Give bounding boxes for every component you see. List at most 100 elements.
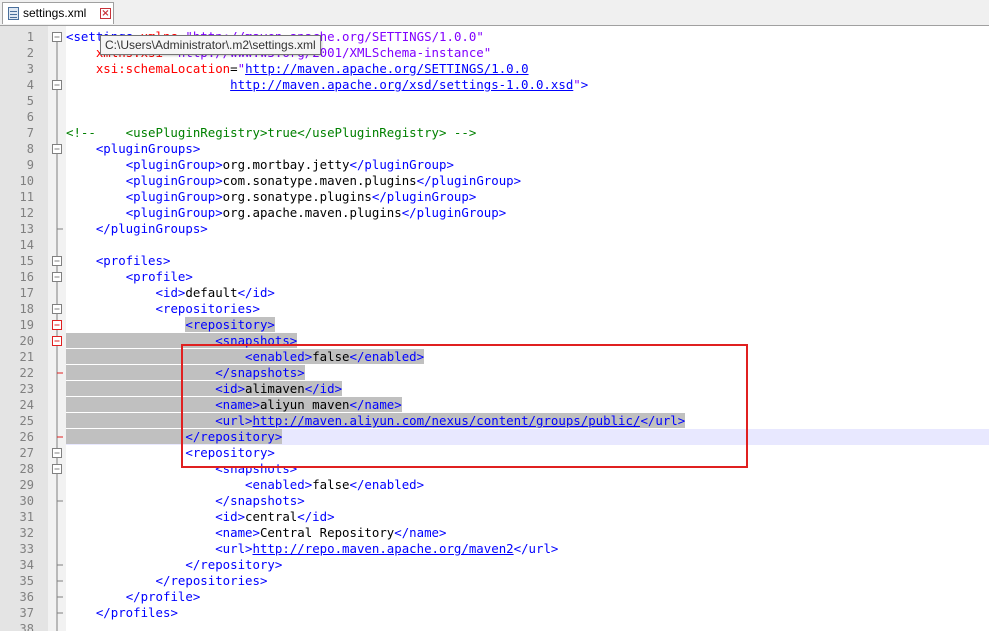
code-line[interactable]: 38 — [0, 621, 989, 631]
code-line[interactable]: 17 <id>default</id> — [0, 285, 989, 301]
line-number: 29 — [19, 478, 34, 492]
line-text[interactable]: <enabled>false</enabled> — [66, 477, 424, 493]
line-text[interactable]: xsi:schemaLocation="http://maven.apache.… — [66, 61, 529, 77]
line-text[interactable]: </pluginGroups> — [66, 221, 208, 237]
line-text[interactable]: <!-- <usePluginRegistry>true</usePluginR… — [66, 125, 476, 141]
code-line[interactable]: 30 </snapshots> — [0, 493, 989, 509]
code-token: </pluginGroups> — [95, 221, 208, 236]
code-line[interactable]: 33 <url>http://repo.maven.apache.org/mav… — [0, 541, 989, 557]
code-token: <pluginGroup> — [125, 205, 223, 220]
line-text[interactable]: </snapshots> — [66, 493, 305, 509]
code-line[interactable]: 29 <enabled>false</enabled> — [0, 477, 989, 493]
code-line[interactable]: 14 — [0, 237, 989, 253]
line-number: 14 — [19, 238, 34, 252]
code-token: com.sonatype.maven.plugins — [222, 173, 417, 188]
line-text[interactable]: <id>default</id> — [66, 285, 275, 301]
code-line[interactable]: 34 </repository> — [0, 557, 989, 573]
code-token: > — [580, 77, 589, 92]
code-line[interactable]: 11 <pluginGroup>org.sonatype.plugins</pl… — [0, 189, 989, 205]
code-line[interactable]: 35 </repositories> — [0, 573, 989, 589]
line-text[interactable]: </profiles> — [66, 605, 178, 621]
line-text[interactable]: <pluginGroup>org.mortbay.jetty</pluginGr… — [66, 157, 454, 173]
code-token: </pluginGroup> — [401, 205, 507, 220]
code-line[interactable]: 16 <profile> — [0, 269, 989, 285]
code-token: </pluginGroup> — [416, 173, 522, 188]
line-text[interactable]: <id>central</id> — [66, 509, 334, 525]
line-number: 18 — [19, 302, 34, 316]
line-text[interactable]: <pluginGroup>org.sonatype.plugins</plugi… — [66, 189, 477, 205]
code-line[interactable]: 19 <repository> — [0, 317, 989, 333]
tab-settings-xml[interactable]: settings.xml × — [2, 2, 114, 24]
code-line[interactable]: 37 </profiles> — [0, 605, 989, 621]
code-token: <!-- <usePluginRegistry>true</usePluginR… — [66, 125, 477, 140]
line-number: 34 — [19, 558, 34, 572]
line-text[interactable]: <profiles> — [66, 253, 171, 269]
code-token: </snapshots> — [215, 493, 305, 508]
line-number: 30 — [19, 494, 34, 508]
code-line[interactable]: 8 <pluginGroups> — [0, 141, 989, 157]
code-line[interactable]: 10 <pluginGroup>com.sonatype.maven.plugi… — [0, 173, 989, 189]
code-token: <pluginGroup> — [125, 189, 223, 204]
code-line[interactable]: 7 <!-- <usePluginRegistry>true</usePlugin… — [0, 125, 989, 141]
line-text[interactable]: <pluginGroups> — [66, 141, 200, 157]
code-token: <pluginGroup> — [125, 173, 223, 188]
line-text[interactable]: <repository> — [66, 317, 275, 333]
line-text[interactable]: <name>Central Repository</name> — [66, 525, 446, 541]
code-line[interactable]: 3 xsi:schemaLocation="http://maven.apach… — [0, 61, 989, 77]
line-text[interactable]: <pluginGroup>com.sonatype.maven.plugins<… — [66, 173, 521, 189]
code-token: </name> — [394, 525, 447, 540]
code-token: </enabled> — [349, 477, 425, 492]
line-number: 37 — [19, 606, 34, 620]
code-token: xsi:schemaLocation — [95, 61, 231, 76]
line-text[interactable]: <url>http://repo.maven.apache.org/maven2… — [66, 541, 558, 557]
code-line[interactable]: 4 http://maven.apache.org/xsd/settings-1… — [0, 77, 989, 93]
code-line[interactable]: 32 <name>Central Repository</name> — [0, 525, 989, 541]
line-text[interactable]: </repository> — [66, 557, 282, 573]
code-token: <profiles> — [95, 253, 171, 268]
code-line[interactable]: 6 — [0, 109, 989, 125]
close-icon[interactable]: × — [100, 8, 111, 19]
line-number: 35 — [19, 574, 34, 588]
line-number: 4 — [26, 78, 34, 92]
code-line[interactable]: 5 — [0, 93, 989, 109]
code-line[interactable]: 13 </pluginGroups> — [0, 221, 989, 237]
code-token: " — [573, 77, 581, 92]
line-text[interactable]: </profile> — [66, 589, 201, 605]
code-token: <url> — [215, 541, 253, 556]
line-text[interactable]: <pluginGroup>org.apache.maven.plugins</p… — [66, 205, 506, 221]
code-token: </pluginGroup> — [349, 157, 454, 172]
code-line[interactable]: 31 <id>central</id> — [0, 509, 989, 525]
line-text[interactable]: <repositories> — [66, 301, 260, 317]
line-number: 36 — [19, 590, 34, 604]
code-token: org.apache.maven.plugins — [222, 205, 402, 220]
code-line[interactable]: 36 </profile> — [0, 589, 989, 605]
code-line[interactable]: 12 <pluginGroup>org.apache.maven.plugins… — [0, 205, 989, 221]
code-line[interactable]: 15 <profiles> — [0, 253, 989, 269]
code-token: </pluginGroup> — [371, 189, 477, 204]
line-text[interactable]: http://maven.apache.org/xsd/settings-1.0… — [66, 77, 588, 93]
line-text[interactable]: <profile> — [66, 269, 193, 285]
code-token: http://maven.apache.org/SETTINGS/1.0.0 — [245, 61, 529, 76]
code-line[interactable]: 9 <pluginGroup>org.mortbay.jetty</plugin… — [0, 157, 989, 173]
line-number: 19 — [19, 318, 34, 332]
code-token: <profile> — [125, 269, 193, 284]
annotation-box — [181, 344, 748, 468]
line-text[interactable]: </repositories> — [66, 573, 268, 589]
code-editor[interactable]: 1<settings xmlns="http://maven.apache.or… — [0, 26, 989, 631]
line-number: 33 — [19, 542, 34, 556]
code-line[interactable]: 18 <repositories> — [0, 301, 989, 317]
